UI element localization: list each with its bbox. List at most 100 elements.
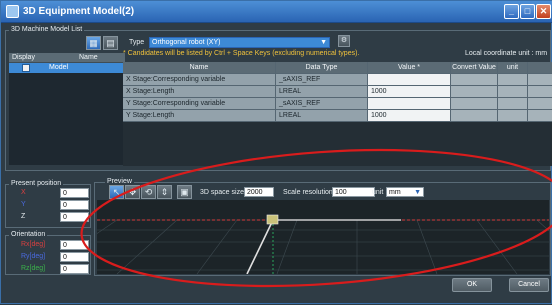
- row-type: LREAL: [276, 110, 368, 122]
- y-stage-rail: [246, 219, 274, 274]
- delete-model-button[interactable]: ▤: [103, 36, 118, 50]
- row-unit: [498, 86, 528, 98]
- grid-header: Name Data Type Value * Convert Value uni…: [123, 62, 552, 74]
- candidate-hint: * Candidates will be listed by Ctrl + Sp…: [123, 50, 360, 57]
- table-row[interactable]: Y Stage:Corresponding variable _sAXIS_RE…: [123, 98, 552, 110]
- space-size-input[interactable]: 2000: [244, 187, 274, 197]
- row-type: LREAL: [276, 86, 368, 98]
- row-name: X Stage:Length: [123, 86, 276, 98]
- minimize-icon[interactable]: _: [504, 4, 519, 19]
- zoom-tool-button[interactable]: ⇕: [157, 185, 172, 199]
- move-icon: ✥: [128, 187, 137, 197]
- grid-col-type: Data Type: [276, 62, 368, 74]
- row-convert: [451, 74, 498, 86]
- orientation-rz-field[interactable]: 0: [60, 264, 89, 274]
- add-model-button[interactable]: ▦: [86, 36, 101, 50]
- type-label: Type: [129, 39, 145, 46]
- row-value-input[interactable]: 1000: [368, 110, 451, 122]
- row-type: _sAXIS_REF: [276, 98, 368, 110]
- fit-view-icon: ▣: [180, 187, 189, 197]
- row-name: Y Stage:Corresponding variable: [123, 98, 276, 110]
- row-extra: [528, 98, 552, 110]
- position-z-label: Z: [21, 213, 26, 220]
- select-tool-button[interactable]: ↖: [109, 185, 124, 199]
- type-select[interactable]: Orthogonal robot (XY) ▼: [149, 37, 330, 48]
- model-list-item[interactable]: Model: [9, 63, 125, 73]
- position-x-field[interactable]: 0: [60, 188, 89, 198]
- title-bar: 3D Equipment Model(2) _ □ ✕: [1, 1, 552, 23]
- grid-col-unit: unit: [498, 62, 528, 74]
- orientation-rx-field[interactable]: 0: [60, 240, 89, 250]
- dialog-window: 3D Equipment Model(2) _ □ ✕ 3D Machine M…: [0, 0, 552, 304]
- app-icon: [6, 5, 19, 18]
- unit-select[interactable]: mm ▼: [386, 187, 424, 197]
- window-title: 3D Equipment Model(2): [23, 6, 135, 17]
- row-convert: [451, 110, 498, 122]
- row-extra: [528, 74, 552, 86]
- orientation-ry-label: Ry[deg]: [21, 253, 46, 260]
- position-x-label: X: [21, 189, 26, 196]
- type-select-value: Orthogonal robot (XY): [152, 39, 221, 46]
- coordinate-unit-note: Local coordinate unit : mm: [465, 50, 548, 57]
- column-display: Display: [12, 54, 35, 61]
- table-row[interactable]: X Stage:Length LREAL 1000: [123, 86, 552, 98]
- grid-col-extra: [528, 62, 552, 74]
- xy-carriage: [266, 214, 279, 225]
- row-value-input[interactable]: 1000: [368, 86, 451, 98]
- row-extra: [528, 110, 552, 122]
- row-unit: [498, 110, 528, 122]
- floor-grid: [97, 219, 549, 274]
- row-value-input[interactable]: [368, 98, 451, 110]
- chevron-down-icon: ▼: [414, 189, 421, 196]
- row-value-input[interactable]: [368, 74, 451, 86]
- fit-view-button[interactable]: ▣: [177, 185, 192, 199]
- scale-resolution-input[interactable]: 100: [332, 187, 375, 197]
- model-list-body: [9, 73, 125, 165]
- 3d-viewport[interactable]: [97, 200, 549, 274]
- orientation-rz-label: Rz[deg]: [21, 265, 46, 272]
- row-convert: [451, 86, 498, 98]
- ok-button[interactable]: OK: [452, 278, 492, 292]
- row-name: X Stage:Corresponding variable: [123, 74, 276, 86]
- space-size-label: 3D space size: [200, 189, 244, 196]
- row-unit: [498, 74, 528, 86]
- cancel-button[interactable]: Cancel: [509, 278, 549, 292]
- orientation-title: Orientation: [9, 231, 48, 238]
- row-type: _sAXIS_REF: [276, 74, 368, 86]
- cursor-icon: ↖: [112, 187, 121, 197]
- orientation-rx-label: Rx[deg]: [21, 241, 46, 248]
- preview-title: Preview: [105, 178, 134, 185]
- rotate-tool-button[interactable]: ⟲: [141, 185, 156, 199]
- position-y-field[interactable]: 0: [60, 200, 89, 210]
- position-z-field[interactable]: 0: [60, 212, 89, 222]
- 3d-scene: [97, 214, 549, 274]
- row-convert: [451, 98, 498, 110]
- table-row[interactable]: X Stage:Corresponding variable _sAXIS_RE…: [123, 74, 552, 86]
- parameter-grid: Name Data Type Value * Convert Value uni…: [123, 62, 552, 166]
- position-y-label: Y: [21, 201, 26, 208]
- row-name: Y Stage:Length: [123, 110, 276, 122]
- unit-label: unit: [372, 189, 384, 196]
- model-name: Model: [49, 64, 69, 71]
- grid-col-convert: Convert Value: [451, 62, 498, 74]
- present-position-title: Present position: [9, 180, 64, 187]
- grid-col-value: Value *: [368, 62, 451, 74]
- type-settings-button[interactable]: ⚙: [338, 35, 350, 47]
- delete-model-icon: ▤: [106, 38, 115, 48]
- model-list-header: Display Name: [9, 53, 125, 63]
- rotate-icon: ⟲: [144, 187, 153, 197]
- row-unit: [498, 98, 528, 110]
- orientation-ry-field[interactable]: 0: [60, 252, 89, 262]
- row-extra: [528, 86, 552, 98]
- display-checkbox[interactable]: [22, 64, 30, 72]
- settings-icon: ⚙: [340, 37, 348, 44]
- close-icon[interactable]: ✕: [536, 4, 551, 19]
- pan-tool-button[interactable]: ✥: [125, 185, 140, 199]
- table-row[interactable]: Y Stage:Length LREAL 1000: [123, 110, 552, 122]
- maximize-icon[interactable]: □: [520, 4, 535, 19]
- scale-resolution-label: Scale resolution: [283, 189, 333, 196]
- add-model-icon: ▦: [89, 38, 98, 48]
- unit-select-value: mm: [389, 189, 401, 196]
- chevron-down-icon: ▼: [320, 39, 327, 46]
- grid-col-name: Name: [123, 62, 276, 74]
